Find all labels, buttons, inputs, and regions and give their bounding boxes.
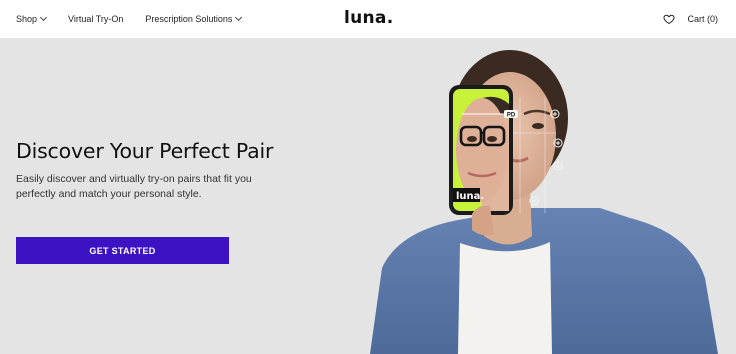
hero-image: PD luna. [370, 50, 718, 354]
hero-subtitle: Easily discover and virtually try-on pai… [16, 173, 252, 200]
nav-virtual-try-on[interactable]: Virtual Try-On [68, 14, 123, 24]
chevron-down-icon [39, 13, 48, 22]
chevron-down-icon [235, 13, 243, 22]
shirt-shape [458, 242, 552, 354]
phone-logo: luna. [456, 191, 484, 202]
nav-actions: Cart (0) [663, 0, 718, 38]
nav-shop-label: Shop [16, 14, 38, 24]
nav-prescription-solutions[interactable]: Prescription Solutions [145, 13, 243, 24]
pd-label: PD [507, 113, 516, 119]
hero-title: Discover Your Perfect Pair [16, 139, 274, 163]
brand-logo[interactable]: luna. [344, 8, 393, 28]
phone-mockup: PD luna. [449, 85, 518, 215]
heart-icon[interactable] [663, 13, 676, 25]
get-started-button[interactable]: GET STARTED [16, 237, 229, 264]
top-navigation: Shop Virtual Try-On Prescription Solutio… [0, 0, 736, 38]
nav-shop[interactable]: Shop [16, 13, 48, 24]
nav-links: Shop Virtual Try-On Prescription Solutio… [16, 0, 243, 38]
nav-try-on-label: Virtual Try-On [68, 14, 124, 24]
nav-prescription-label: Prescription Solutions [145, 14, 233, 24]
cart-link[interactable]: Cart (0) [687, 14, 718, 24]
